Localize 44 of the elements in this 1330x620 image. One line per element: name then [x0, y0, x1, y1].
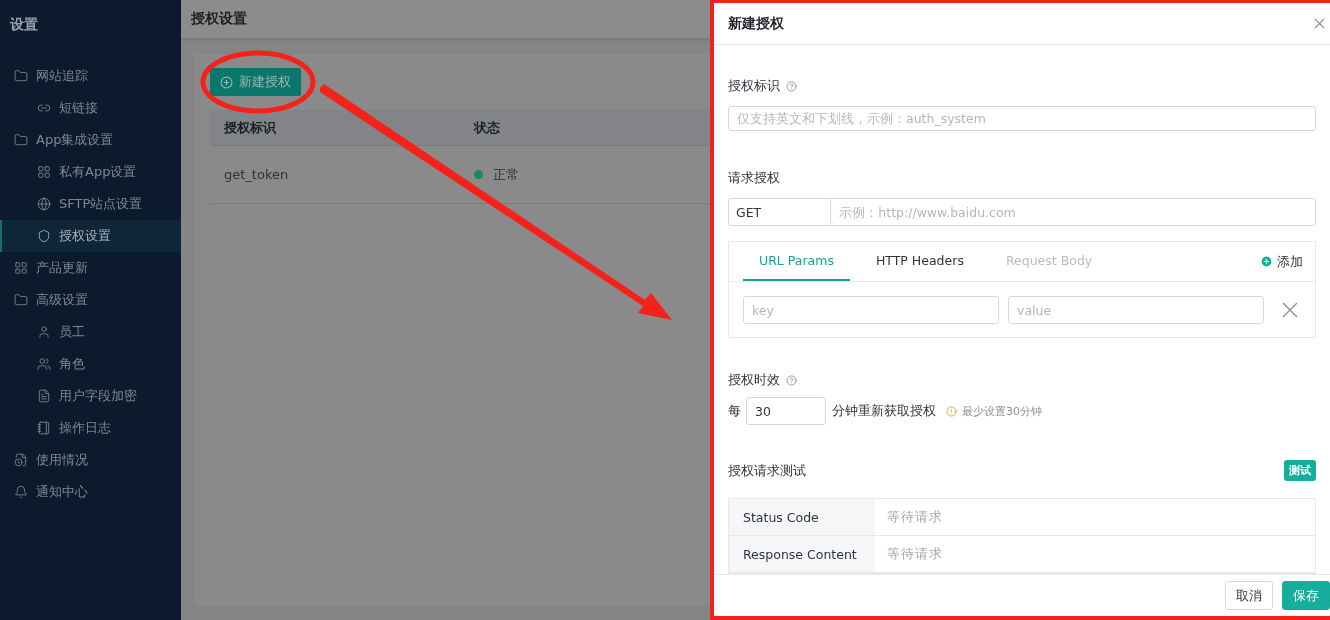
sidebar-item[interactable]: 私有App设置	[0, 156, 181, 188]
sidebar-item[interactable]: App集成设置	[0, 124, 181, 156]
field-label: 授权标识	[728, 77, 780, 95]
section-label: 授权请求测试	[728, 461, 806, 480]
field-label: 请求授权	[728, 169, 780, 188]
field-label: 授权时效	[728, 371, 780, 389]
sidebar-title: 设置	[8, 15, 39, 34]
value-field[interactable]: value	[1008, 296, 1264, 325]
table-cell-text: 等待请求	[886, 544, 944, 563]
sidebar-item[interactable]: 网站追踪	[0, 60, 181, 92]
sidebar-item[interactable]: 使用情况	[0, 444, 181, 476]
add-button[interactable]: 添加	[1260, 242, 1303, 282]
sidebar-item[interactable]: 通知中心	[0, 476, 181, 508]
prefix-text: 每	[728, 402, 741, 420]
cancel-button[interactable]: 取消	[1225, 581, 1273, 610]
test-button[interactable]: 测试	[1284, 460, 1316, 481]
column-header: 状态	[472, 118, 501, 137]
new-auth-button[interactable]: 新建授权	[210, 68, 301, 96]
key-field[interactable]: key	[743, 296, 999, 325]
sidebar-item[interactable]: 短链接	[0, 92, 181, 124]
table-cell-text: 等待请求	[886, 507, 944, 526]
sidebar-item[interactable]: 产品更新	[0, 252, 181, 284]
sidebar-item[interactable]: 用户字段加密	[0, 380, 181, 412]
hint-text: 最少设置30分钟	[962, 403, 1042, 419]
minutes-field[interactable]: 30	[746, 397, 826, 425]
status-text: 正常	[493, 165, 519, 184]
tab[interactable]: URL Params	[743, 242, 850, 282]
table-cell-text: get_token	[223, 167, 290, 182]
sidebar-item[interactable]: 授权设置	[0, 220, 181, 252]
auth-id-field[interactable]: 仅支持英文和下划线，示例：auth_system	[728, 106, 1316, 132]
table-cell: Status Code	[729, 499, 875, 535]
tab[interactable]: HTTP Headers	[859, 242, 980, 282]
sidebar-item[interactable]: 角色	[0, 348, 181, 380]
url-field[interactable]: 示例：http://www.baidu.com	[830, 198, 1316, 227]
drawer-title: 新建授权	[728, 14, 784, 33]
sidebar-item[interactable]: SFTP站点设置	[0, 188, 181, 220]
sidebar-item[interactable]: 员工	[0, 316, 181, 348]
table-cell: Response Content	[729, 536, 875, 572]
suffix-text: 分钟重新获取授权	[832, 402, 936, 420]
save-button[interactable]: 保存	[1282, 581, 1330, 610]
sidebar-item[interactable]: 操作日志	[0, 412, 181, 444]
column-header: 授权标识	[223, 118, 277, 137]
sidebar-item[interactable]: 高级设置	[0, 284, 181, 316]
page-title: 授权设置	[181, 0, 710, 38]
